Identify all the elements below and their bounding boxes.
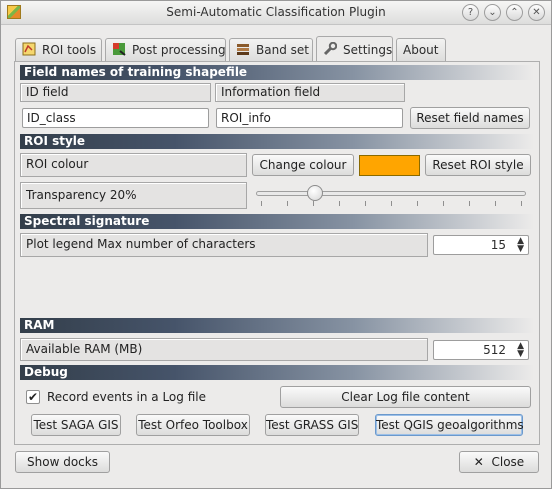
available-ram-value: 512 [483, 343, 506, 357]
tab-post-processing[interactable]: Post processing [105, 38, 226, 62]
record-log-label[interactable]: Record events in a Log file [47, 390, 206, 404]
section-roi-style: ROI style [20, 134, 534, 149]
reset-field-names-button[interactable]: Reset field names [410, 107, 530, 129]
transparency-label: Transparency 20% [20, 182, 247, 209]
slider-tick [261, 201, 262, 206]
tab-roi-tools-label: ROI tools [42, 43, 97, 57]
test-saga-button[interactable]: Test SAGA GIS [31, 414, 121, 436]
legend-max-chars-spinbox[interactable]: 15 ▲ ▼ [433, 235, 529, 255]
tab-about-label: About [403, 43, 439, 57]
tab-band-set-label: Band set [256, 43, 309, 57]
show-docks-button[interactable]: Show docks [15, 451, 110, 473]
slider-tick [313, 201, 314, 206]
info-field-label: Information field [215, 83, 405, 102]
title-bar[interactable]: Semi-Automatic Classification Plugin ? ⌄… [1, 1, 551, 25]
section-debug: Debug [20, 365, 534, 380]
slider-tick [443, 201, 444, 206]
available-ram-spinbox[interactable]: 512 ▲ ▼ [433, 340, 529, 360]
post-processing-icon [112, 41, 126, 56]
spin-arrows-icon[interactable]: ▲ ▼ [517, 342, 524, 359]
change-colour-button[interactable]: Change colour [252, 154, 354, 176]
band-set-icon [236, 41, 250, 55]
test-otb-button[interactable]: Test Orfeo Toolbox [136, 414, 250, 436]
id-field-label: ID field [20, 83, 211, 102]
slider-tick [365, 201, 366, 206]
slider-tick [417, 201, 418, 206]
checkmark-icon: ✔ [27, 390, 39, 404]
roi-tools-icon [22, 41, 36, 56]
roi-colour-label: ROI colour [20, 153, 247, 177]
tab-roi-tools[interactable]: ROI tools [15, 38, 102, 62]
roi-colour-swatch[interactable] [359, 155, 420, 176]
slider-tick [495, 201, 496, 206]
section-field-names: Field names of training shapefile [20, 65, 534, 80]
test-qgis-button[interactable]: Test QGIS geoalgorithms [375, 414, 524, 436]
section-ram: RAM [20, 318, 534, 333]
info-field-input[interactable]: ROI_info [216, 108, 403, 128]
record-log-checkbox[interactable]: ✔ [26, 390, 40, 404]
wrench-icon [323, 39, 338, 56]
slider-handle[interactable] [306, 185, 323, 201]
test-grass-button[interactable]: Test GRASS GIS [265, 414, 359, 436]
close-button[interactable]: ✕ Close [459, 451, 539, 473]
maximize-button[interactable]: ⌃ [506, 4, 523, 21]
spin-arrows-icon[interactable]: ▲ ▼ [517, 237, 524, 254]
tab-about[interactable]: About [396, 38, 446, 62]
available-ram-label: Available RAM (MB) [20, 338, 428, 361]
reset-roi-style-button[interactable]: Reset ROI style [425, 154, 531, 176]
close-icon: ✕ [473, 455, 484, 469]
slider-tick [521, 201, 522, 206]
slider-tick [391, 201, 392, 206]
minimize-button[interactable]: ⌄ [484, 4, 501, 21]
slider-tick [469, 201, 470, 206]
plugin-window: Semi-Automatic Classification Plugin ? ⌄… [0, 0, 552, 489]
help-button[interactable]: ? [462, 4, 479, 21]
section-spectral-signature: Spectral signature [20, 214, 534, 229]
slider-tick [339, 201, 340, 206]
plot-legend-label: Plot legend Max number of characters [20, 233, 428, 257]
slider-track[interactable] [256, 191, 526, 196]
id-field-input[interactable]: ID_class [22, 108, 209, 128]
close-window-button[interactable]: ✕ [528, 4, 545, 21]
tab-settings[interactable]: Settings [316, 36, 393, 62]
legend-max-chars-value: 15 [490, 238, 506, 252]
tab-settings-label: Settings [343, 43, 393, 57]
slider-tick [287, 201, 288, 206]
tab-post-processing-label: Post processing [132, 43, 226, 57]
close-label: Close [491, 455, 525, 469]
tab-band-set[interactable]: Band set [229, 38, 313, 62]
clear-log-button[interactable]: Clear Log file content [280, 386, 531, 408]
